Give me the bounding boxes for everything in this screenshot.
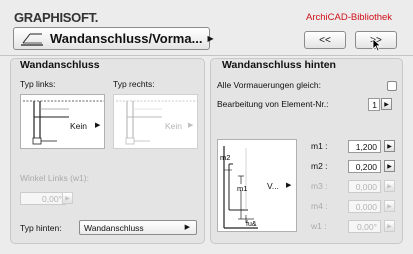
- alle-vormauerungen-checkbox[interactable]: [387, 81, 397, 91]
- winkel-links-field[interactable]: 0,00°: [20, 192, 66, 205]
- diagram-value: V...: [267, 181, 279, 191]
- library-label: ArchiCAD-Bibliothek: [306, 12, 393, 23]
- panel-title: Wandanschluss hinten: [222, 59, 336, 71]
- element-nr-field[interactable]: 1: [368, 98, 380, 111]
- alle-vormauerungen-label: Alle Vormauerungen gleich:: [217, 80, 321, 90]
- m3-field[interactable]: 0,000: [348, 180, 381, 193]
- typ-links-selector[interactable]: Kein ▶: [20, 94, 105, 149]
- typ-rechts-label: Typ rechts:: [113, 79, 155, 89]
- fu-label: fu&: [246, 221, 257, 228]
- triangle-right-icon: ▶: [184, 224, 190, 231]
- m2-param-label: m2 :: [311, 161, 328, 171]
- typ-hinten-dropdown[interactable]: Wandanschluss ▶: [79, 220, 197, 235]
- m2-field[interactable]: 0,200: [348, 160, 381, 173]
- m2-stepper[interactable]: ▶: [384, 160, 395, 172]
- bearbeitung-label: Bearbeitung von Element-Nr.:: [217, 99, 329, 109]
- winkel-links-stepper[interactable]: ▶: [62, 192, 73, 204]
- typ-hinten-value: Wandanschluss: [84, 222, 144, 233]
- w1-stepper[interactable]: ▶: [384, 220, 395, 232]
- mouse-cursor-icon: [372, 38, 382, 54]
- triangle-right-icon: ▶: [207, 34, 214, 43]
- typ-links-value: Kein: [70, 121, 88, 131]
- w1-param-label: w1 :: [311, 221, 327, 231]
- graphisoft-logo: GRAPHISOFT.: [14, 10, 99, 25]
- wall-connection-back-panel: Wandanschluss hinten Alle Vormauerungen …: [210, 58, 403, 244]
- m4-field[interactable]: 0,000: [348, 200, 381, 213]
- previous-button[interactable]: <<: [304, 31, 346, 49]
- header-divider: [0, 55, 413, 56]
- typ-rechts-value: Kein: [165, 121, 183, 131]
- typ-rechts-selector[interactable]: Kein ▶: [113, 94, 198, 149]
- typ-links-label: Typ links:: [20, 79, 56, 89]
- object-selector-button[interactable]: Wandanschluss/Vorma... ▶: [13, 27, 214, 50]
- panel-title: Wandanschluss: [20, 59, 100, 71]
- triangle-right-icon: ▶: [286, 182, 292, 189]
- m3-stepper[interactable]: ▶: [384, 180, 395, 192]
- left-connection-preview-icon: [23, 100, 104, 145]
- triangle-right-icon: ▶: [95, 122, 101, 129]
- m2-label: m2: [220, 153, 230, 162]
- m1-label: m1: [237, 184, 247, 193]
- typ-hinten-label: Typ hinten:: [20, 223, 62, 233]
- m4-param-label: m4 :: [311, 201, 328, 211]
- element-nr-stepper[interactable]: ▶: [381, 98, 392, 110]
- m1-param-label: m1 :: [311, 141, 328, 151]
- m3-param-label: m3 :: [311, 181, 328, 191]
- m1-field[interactable]: 1,200: [348, 140, 381, 153]
- m1-stepper[interactable]: ▶: [384, 140, 395, 152]
- right-connection-preview-icon: [116, 100, 197, 145]
- triangle-right-icon: ▶: [188, 122, 194, 129]
- w1-field[interactable]: 0,00°: [348, 220, 381, 233]
- winkel-links-label: Winkel Links (w1):: [20, 173, 89, 183]
- selector-label: Wandanschluss/Vorma...: [50, 31, 203, 46]
- m4-stepper[interactable]: ▶: [384, 200, 395, 212]
- wall-connection-panel: Wandanschluss Typ links: Typ rechts: Kei…: [10, 58, 205, 244]
- wall-diagram-selector[interactable]: m2 m1 fu& V... ▶: [217, 139, 297, 232]
- wall-connection-icon: [20, 32, 44, 46]
